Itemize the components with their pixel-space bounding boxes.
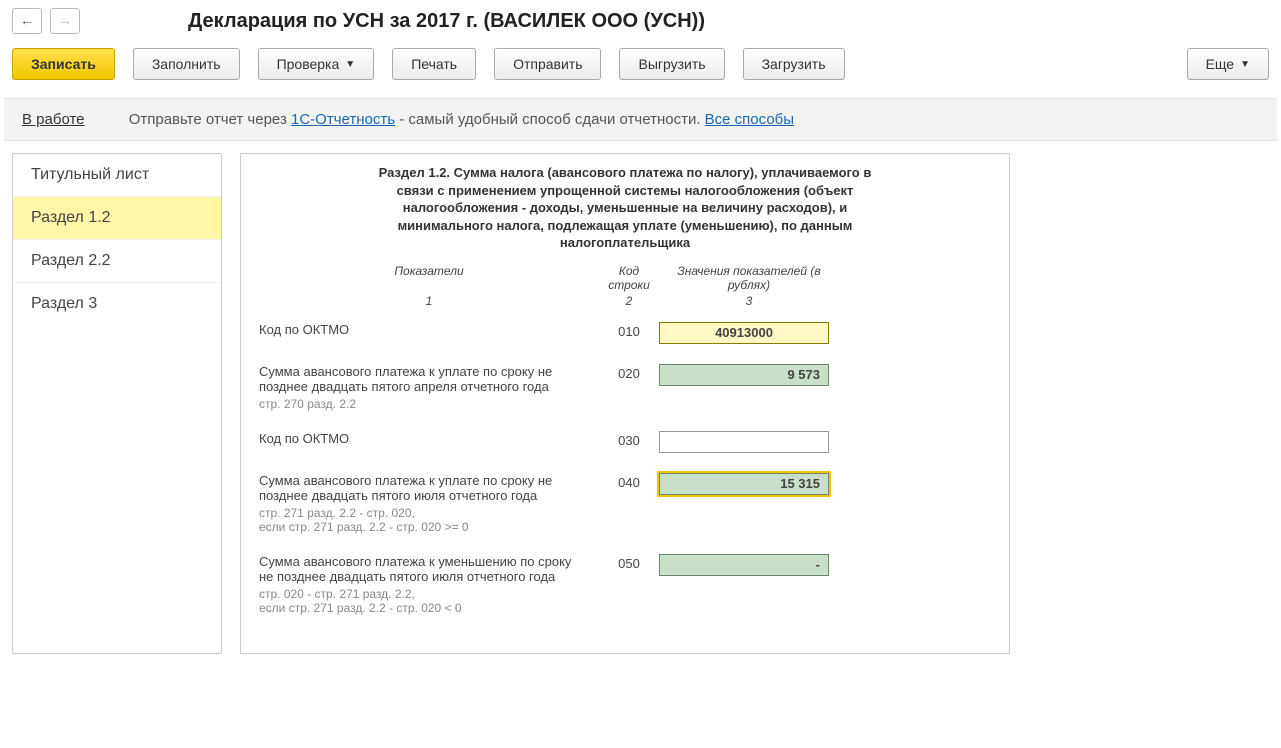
- sidenav-item-section-2-2[interactable]: Раздел 2.2: [13, 240, 221, 283]
- info-text: Отправьте отчет через: [129, 111, 291, 128]
- row-note: стр. 270 разд. 2.2: [259, 397, 587, 411]
- row-code: 020: [599, 364, 659, 411]
- oktmo-010-field[interactable]: 40913000: [659, 322, 829, 344]
- col-header-desc: Показатели: [259, 264, 599, 292]
- export-button[interactable]: Выгрузить: [619, 48, 724, 80]
- table-row: Код по ОКТМО 030: [259, 431, 991, 453]
- info-text2: - самый удобный способ сдачи отчетности.: [399, 111, 704, 128]
- col-header-code: Код строки: [599, 264, 659, 292]
- caret-down-icon: ▼: [345, 59, 355, 70]
- nav-back-button[interactable]: ←: [12, 8, 42, 34]
- oktmo-030-field[interactable]: [659, 431, 829, 453]
- nav-forward-button[interactable]: →: [50, 8, 80, 34]
- table-row: Сумма авансового платежа к уплате по сро…: [259, 473, 991, 534]
- fill-button[interactable]: Заполнить: [133, 48, 240, 80]
- sidenav-item-title-page[interactable]: Титульный лист: [13, 154, 221, 197]
- sidenav-item-section-1-2[interactable]: Раздел 1.2: [13, 197, 221, 240]
- row-desc: Сумма авансового платежа к уменьшению по…: [259, 554, 587, 584]
- print-button[interactable]: Печать: [392, 48, 476, 80]
- check-button[interactable]: Проверка ▼: [258, 48, 375, 80]
- more-button-label: Еще: [1206, 56, 1235, 72]
- table-row: Сумма авансового платежа к уплате по сро…: [259, 364, 991, 411]
- toolbar: Записать Заполнить Проверка ▼ Печать Отп…: [12, 48, 1269, 80]
- send-button[interactable]: Отправить: [494, 48, 601, 80]
- info-bar: В работе Отправьте отчет через 1С-Отчетн…: [4, 98, 1277, 141]
- value-020-field[interactable]: 9 573: [659, 364, 829, 386]
- all-methods-link[interactable]: Все способы: [705, 111, 794, 128]
- reporting-link[interactable]: 1С-Отчетность: [291, 111, 395, 128]
- col-header-val: Значения показателей (в рублях): [659, 264, 839, 292]
- row-code: 030: [599, 431, 659, 453]
- value-040-field[interactable]: 15 315: [659, 473, 829, 495]
- row-code: 050: [599, 554, 659, 615]
- col-num-3: 3: [659, 294, 839, 308]
- table-row: Сумма авансового платежа к уменьшению по…: [259, 554, 991, 615]
- row-desc: Код по ОКТМО: [259, 322, 599, 344]
- more-button[interactable]: Еще ▼: [1187, 48, 1269, 80]
- row-desc: Сумма авансового платежа к уплате по сро…: [259, 364, 587, 394]
- form-panel: Раздел 1.2. Сумма налога (авансового пла…: [240, 153, 1010, 654]
- row-note: стр. 271 разд. 2.2 - стр. 020, если стр.…: [259, 506, 587, 534]
- page-title: Декларация по УСН за 2017 г. (ВАСИЛЕК ОО…: [188, 10, 705, 33]
- save-button[interactable]: Записать: [12, 48, 115, 80]
- value-050-field[interactable]: -: [659, 554, 829, 576]
- row-note: стр. 020 - стр. 271 разд. 2.2, если стр.…: [259, 587, 587, 615]
- status-label[interactable]: В работе: [22, 111, 85, 128]
- import-button[interactable]: Загрузить: [743, 48, 845, 80]
- row-desc: Сумма авансового платежа к уплате по сро…: [259, 473, 587, 503]
- row-code: 010: [599, 322, 659, 344]
- side-nav: Титульный лист Раздел 1.2 Раздел 2.2 Раз…: [12, 153, 222, 654]
- section-title: Раздел 1.2. Сумма налога (авансового пла…: [365, 164, 885, 252]
- table-row: Код по ОКТМО 010 40913000: [259, 322, 991, 344]
- row-code: 040: [599, 473, 659, 534]
- sidenav-item-section-3[interactable]: Раздел 3: [13, 283, 221, 325]
- row-desc: Код по ОКТМО: [259, 431, 599, 453]
- col-num-1: 1: [259, 294, 599, 308]
- check-button-label: Проверка: [277, 56, 340, 72]
- col-num-2: 2: [599, 294, 659, 308]
- caret-down-icon: ▼: [1240, 59, 1250, 70]
